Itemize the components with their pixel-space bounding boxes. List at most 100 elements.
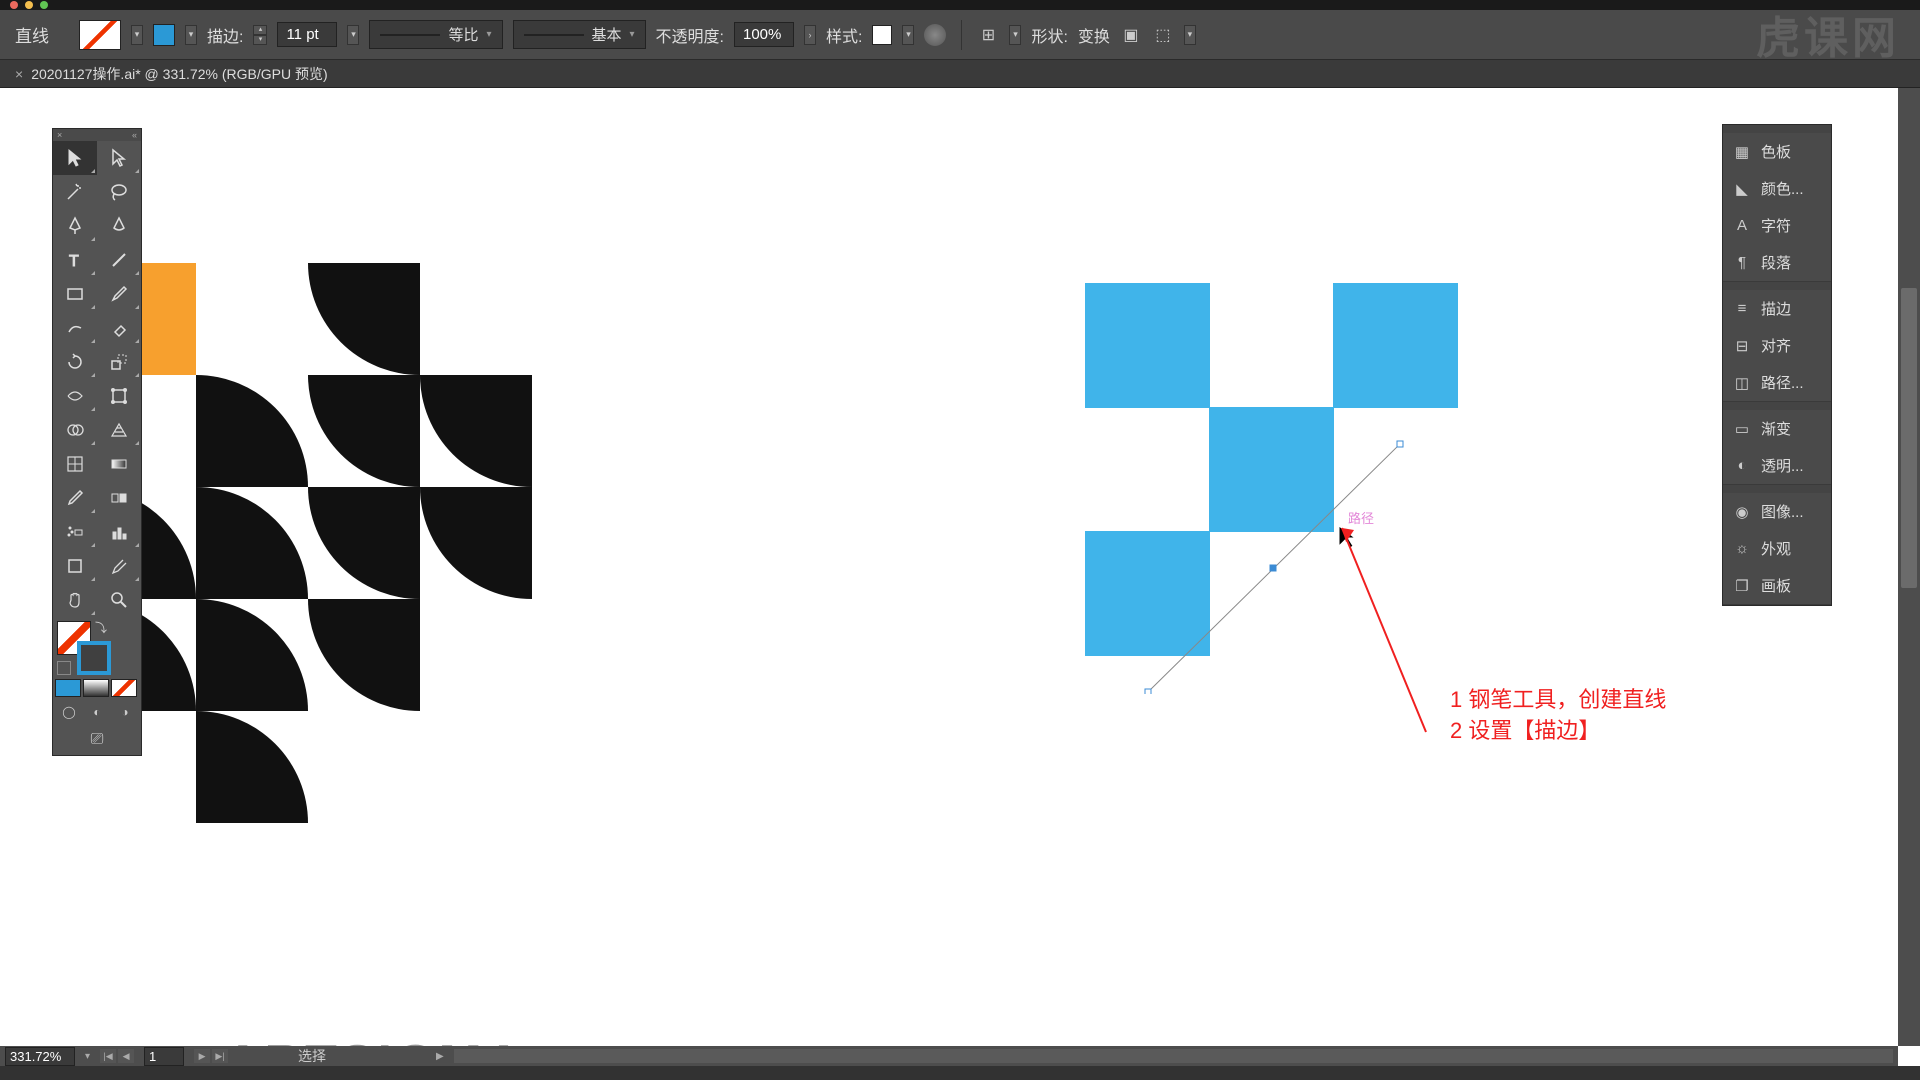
panel-artboards[interactable]: ❐画板 — [1723, 567, 1831, 604]
hand-tool[interactable] — [53, 583, 97, 617]
arrange-dropdown[interactable]: ▾ — [1184, 25, 1196, 45]
curvature-tool[interactable] — [97, 209, 141, 243]
panel-menu-icon: « — [132, 130, 137, 140]
lasso-tool[interactable] — [97, 175, 141, 209]
opacity-input[interactable] — [734, 22, 794, 47]
canvas[interactable]: ARTSIGMA D UP 路径 1 钢笔工具，创建直线 2 设置【描边】 — [0, 88, 1892, 1066]
artboard-number-input[interactable] — [144, 1047, 184, 1066]
stroke-weight-input[interactable] — [277, 22, 337, 47]
panel-swatches[interactable]: ▦色板 — [1723, 133, 1831, 170]
rectangle-tool[interactable] — [53, 277, 97, 311]
panel-gradient[interactable]: ▭渐变 — [1723, 410, 1831, 447]
width-tool[interactable] — [53, 379, 97, 413]
draw-normal-icon[interactable]: ◯ — [55, 701, 83, 723]
pen-tool[interactable] — [53, 209, 97, 243]
artboard-tool[interactable] — [53, 549, 97, 583]
direct-selection-tool[interactable] — [97, 141, 141, 175]
panel-transparency[interactable]: ◐透明... — [1723, 447, 1831, 484]
stroke-dropdown[interactable]: ▾ — [185, 25, 197, 45]
draw-behind-icon[interactable]: ◐ — [83, 701, 111, 723]
next-artboard-icon[interactable]: ▶ — [194, 1049, 210, 1063]
shape-builder-tool[interactable] — [53, 413, 97, 447]
swatches-icon: ▦ — [1733, 143, 1751, 161]
color-mode-swatches — [53, 677, 141, 699]
align-dropdown[interactable]: ▾ — [1009, 25, 1021, 45]
stroke-color-swatch[interactable] — [77, 641, 111, 675]
type-tool[interactable]: T — [53, 243, 97, 277]
opacity-dropdown[interactable]: › — [804, 25, 816, 45]
panel-pathfinder[interactable]: ◫路径... — [1723, 364, 1831, 401]
color-swatch[interactable] — [55, 679, 81, 697]
panel-character[interactable]: A字符 — [1723, 207, 1831, 244]
gradient-swatch[interactable] — [83, 679, 109, 697]
brush-definition[interactable]: 基本▾ — [513, 20, 646, 49]
panel-paragraph[interactable]: ¶段落 — [1723, 244, 1831, 281]
panel-align[interactable]: ⊟对齐 — [1723, 327, 1831, 364]
align-icon[interactable]: ⊞ — [977, 24, 999, 46]
horizontal-scrollbar[interactable] — [454, 1049, 1893, 1063]
stroke-weight-dropdown[interactable]: ▾ — [347, 25, 359, 45]
shaper-tool[interactable] — [53, 311, 97, 345]
stroke-weight-stepper[interactable]: ▴▾ — [253, 25, 267, 45]
graphic-style-swatch[interactable] — [872, 25, 892, 45]
status-menu-icon[interactable]: ▶ — [436, 1051, 444, 1062]
column-graph-tool[interactable] — [97, 515, 141, 549]
swap-fill-stroke-icon[interactable]: ⤵ — [95, 619, 107, 636]
prev-artboard-icon[interactable]: ◀ — [118, 1049, 134, 1063]
free-transform-tool[interactable] — [97, 379, 141, 413]
variable-width-profile[interactable]: 等比▾ — [369, 20, 502, 49]
gradient-tool[interactable] — [97, 447, 141, 481]
zoom-tool[interactable] — [97, 583, 141, 617]
fill-swatch[interactable] — [79, 20, 121, 50]
eyedropper-tool[interactable] — [53, 481, 97, 515]
fill-dropdown[interactable]: ▾ — [131, 25, 143, 45]
mesh-tool[interactable] — [53, 447, 97, 481]
tools-panel-header[interactable]: ×« — [53, 129, 141, 141]
tools-panel[interactable]: ×« T — [52, 128, 142, 756]
scale-tool[interactable] — [97, 345, 141, 379]
fill-stroke-area[interactable]: ⤵ — [53, 617, 141, 677]
document-tab-bar: × 20201127操作.ai* @ 331.72% (RGB/GPU 预览) — [0, 60, 1920, 88]
document-tab-title: 20201127操作.ai* @ 331.72% (RGB/GPU 预览) — [31, 64, 327, 84]
image-trace-icon: ◉ — [1733, 503, 1751, 521]
slice-tool[interactable] — [97, 549, 141, 583]
none-swatch[interactable] — [111, 679, 137, 697]
symbol-sprayer-tool[interactable] — [53, 515, 97, 549]
selection-tool[interactable] — [53, 141, 97, 175]
vertical-scrollbar[interactable] — [1898, 88, 1920, 1046]
close-window-icon[interactable] — [10, 1, 18, 9]
panel-color[interactable]: ◣颜色... — [1723, 170, 1831, 207]
zoom-dropdown-icon[interactable]: ▾ — [85, 1051, 90, 1062]
panel-appearance[interactable]: ☼外观 — [1723, 530, 1831, 567]
magic-wand-tool[interactable] — [53, 175, 97, 209]
isolate-icon[interactable]: ▣ — [1120, 24, 1142, 46]
screen-mode-icon: ⎚ — [91, 731, 104, 749]
document-tab[interactable]: × 20201127操作.ai* @ 331.72% (RGB/GPU 预览) — [5, 60, 338, 88]
screen-mode-button[interactable]: ⎚ — [53, 725, 141, 755]
maximize-window-icon[interactable] — [40, 1, 48, 9]
zoom-input[interactable] — [5, 1047, 75, 1066]
rotate-tool[interactable] — [53, 345, 97, 379]
perspective-grid-tool[interactable] — [97, 413, 141, 447]
paintbrush-tool[interactable] — [97, 277, 141, 311]
draw-inside-icon[interactable]: ◑ — [111, 701, 139, 723]
last-artboard-icon[interactable]: ▶| — [212, 1049, 228, 1063]
recolor-artwork-icon[interactable] — [924, 24, 946, 46]
stroke-swatch[interactable] — [153, 24, 175, 46]
default-fill-stroke-icon[interactable] — [57, 661, 71, 675]
transform-label[interactable]: 变换 — [1078, 23, 1110, 47]
artboard-nav-2: ▶ ▶| — [194, 1049, 228, 1063]
menubar — [0, 0, 1920, 10]
scrollbar-thumb[interactable] — [1901, 288, 1917, 588]
arrange-icon[interactable]: ⬚ — [1152, 24, 1174, 46]
close-tab-icon[interactable]: × — [15, 66, 23, 82]
first-artboard-icon[interactable]: |◀ — [100, 1049, 116, 1063]
minimize-window-icon[interactable] — [25, 1, 33, 9]
panel-image-trace[interactable]: ◉图像... — [1723, 493, 1831, 530]
eraser-tool[interactable] — [97, 311, 141, 345]
line-segment-tool[interactable] — [97, 243, 141, 277]
status-tool-name: 选择 — [298, 1046, 326, 1066]
panel-stroke[interactable]: ≡描边 — [1723, 290, 1831, 327]
graphic-style-dropdown[interactable]: ▾ — [902, 25, 914, 45]
blend-tool[interactable] — [97, 481, 141, 515]
